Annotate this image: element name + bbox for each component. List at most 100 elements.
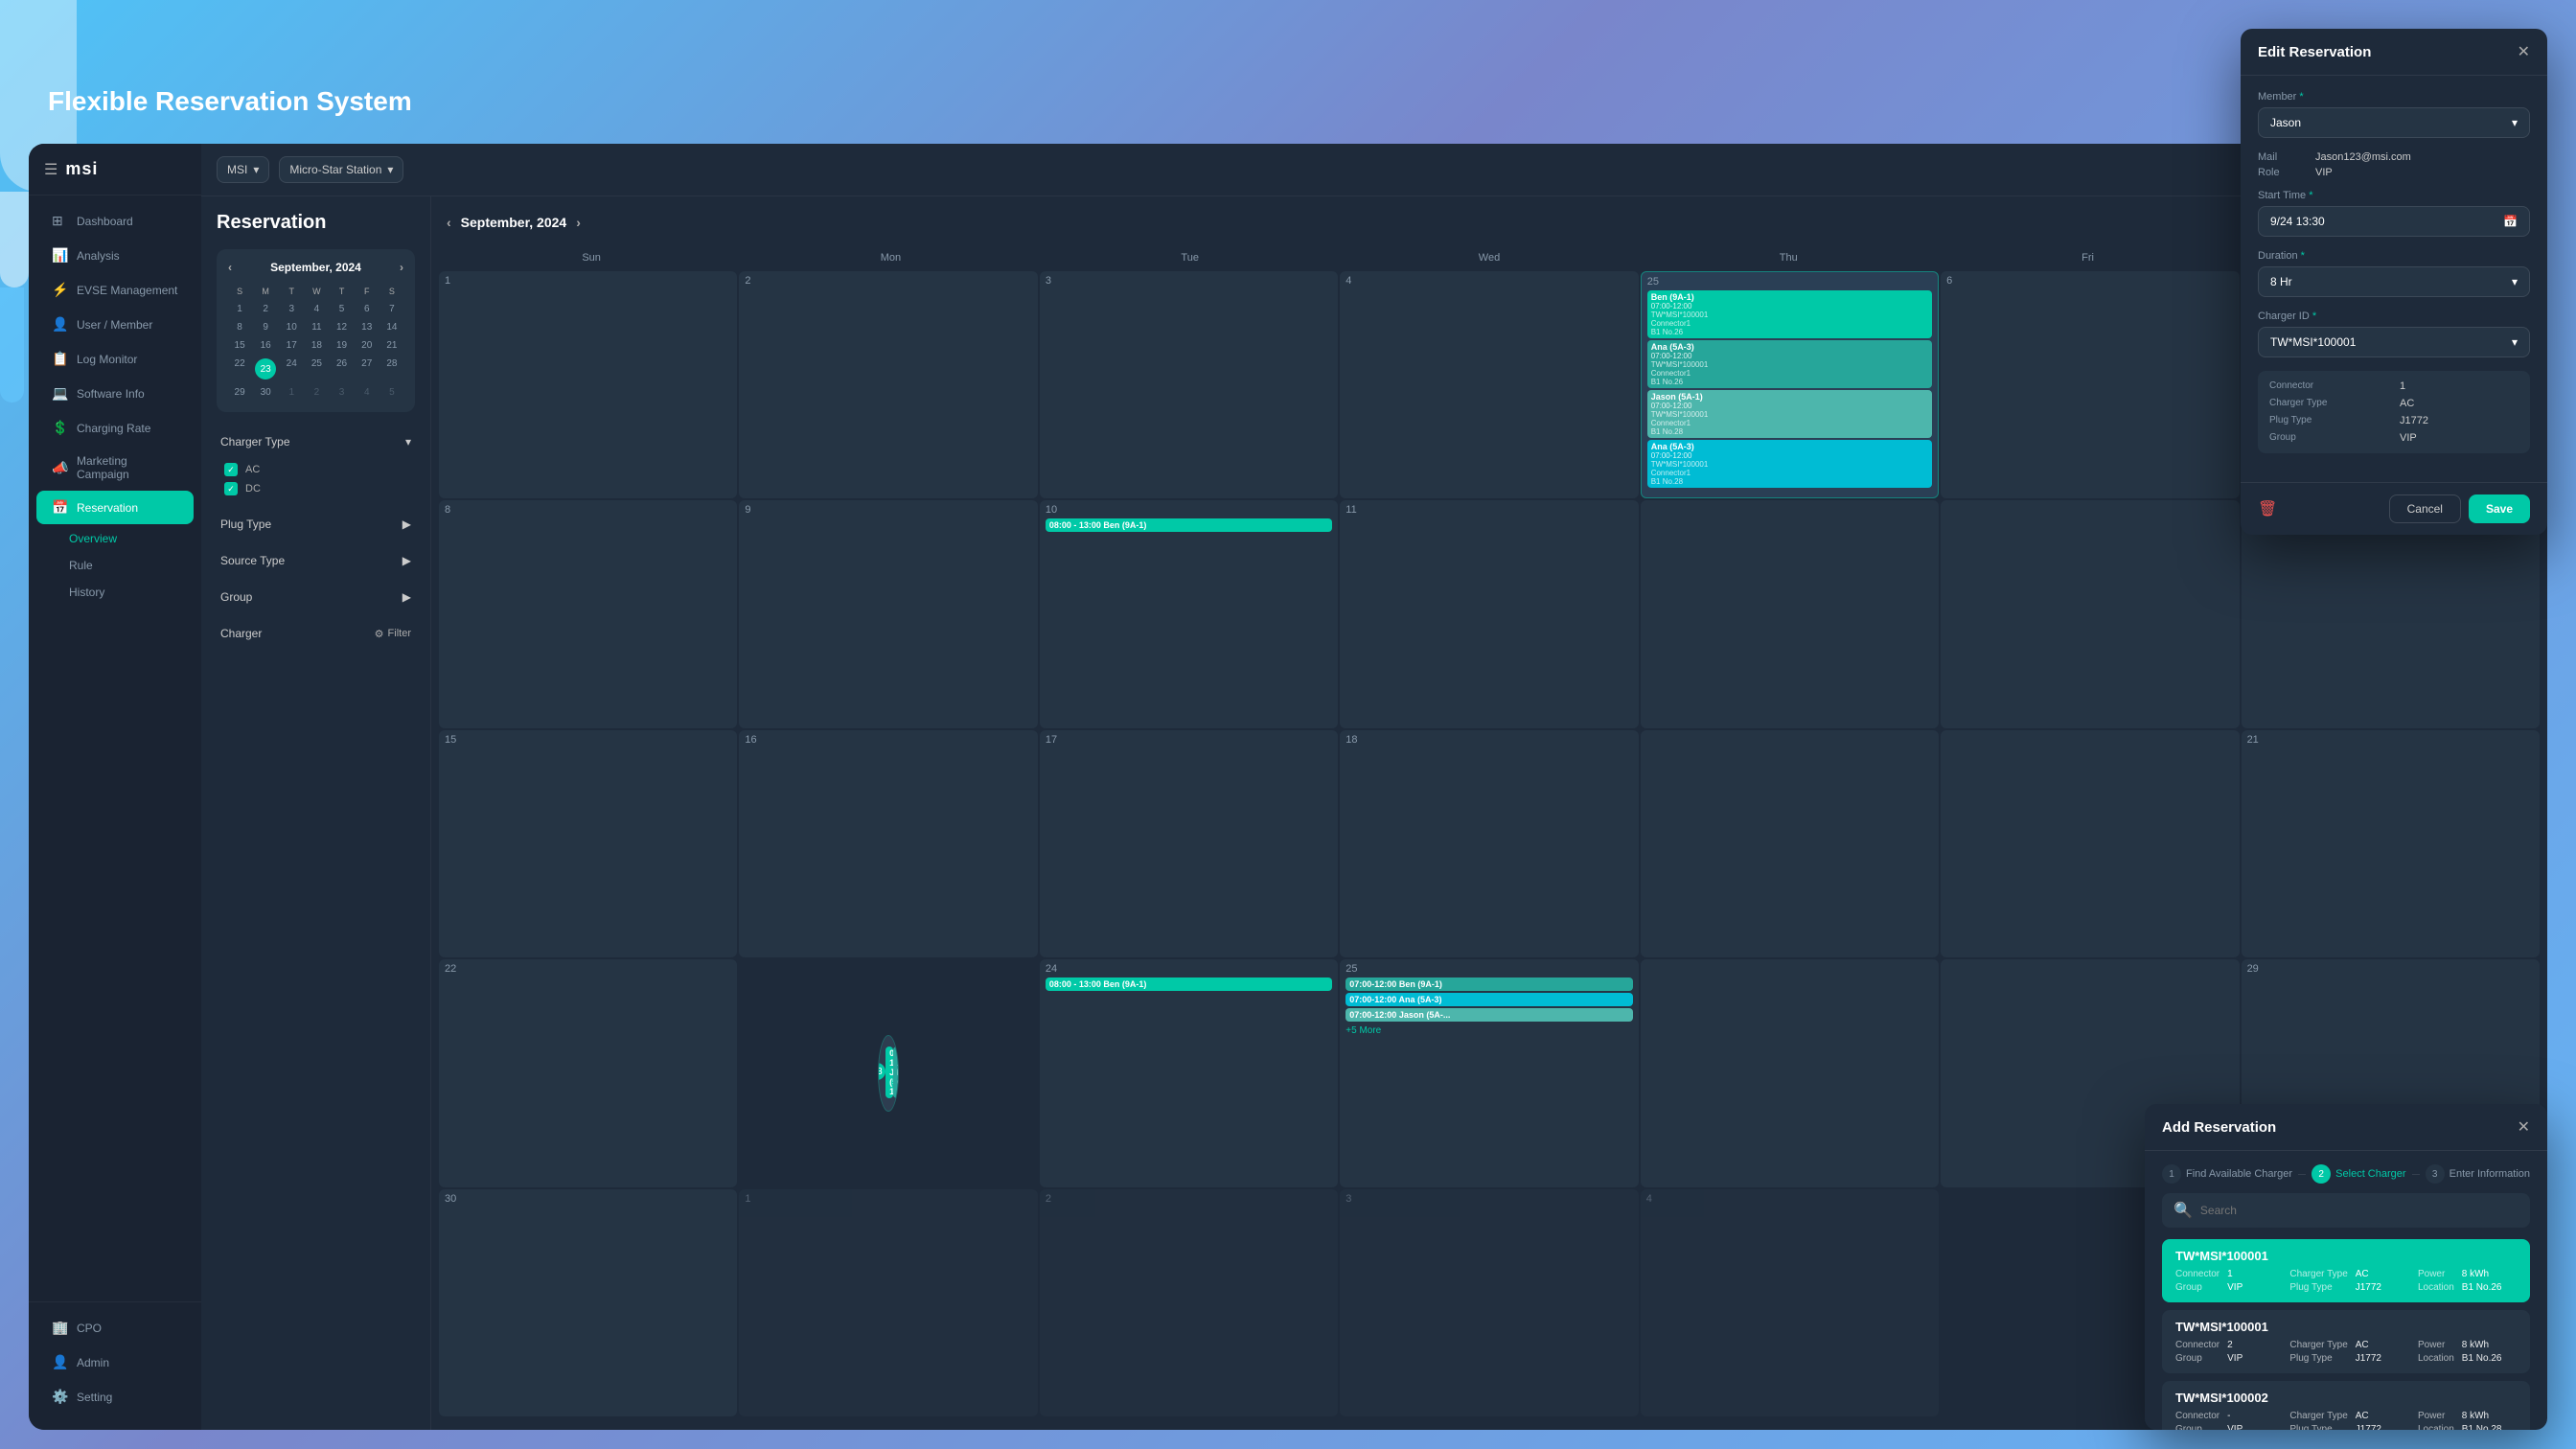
dc-checkbox[interactable]: ✓ <box>224 482 238 495</box>
member-select[interactable]: Jason ▾ <box>2258 107 2530 138</box>
cal-cell-sep23[interactable]: 23 07:00-12:00 Jason (5A-1) 07:00-12:00 … <box>878 1035 899 1112</box>
cal-cell-sep4[interactable]: 4 <box>1340 271 1638 498</box>
mini-cal-25[interactable]: 25 <box>305 356 328 382</box>
mini-cal-17[interactable]: 17 <box>280 337 303 354</box>
filter-btn[interactable]: ⚙ Filter <box>375 628 411 640</box>
mini-cal-next[interactable]: › <box>400 261 403 274</box>
cal-prev-btn[interactable]: ‹ <box>447 215 451 230</box>
mini-cal-oct-1[interactable]: 1 <box>280 384 303 401</box>
mini-cal-27[interactable]: 27 <box>356 356 379 382</box>
mini-cal-2[interactable]: 2 <box>253 301 278 317</box>
cal-cell-sep12[interactable] <box>1641 500 1939 727</box>
mini-cal-22[interactable]: 22 <box>228 356 251 382</box>
event-jason-sep23[interactable]: 07:00-12:00 Jason (5A-1) <box>886 1046 893 1098</box>
plug-type-header[interactable]: Plug Type ▶ <box>217 510 415 539</box>
mini-cal-13[interactable]: 13 <box>356 319 379 335</box>
cal-cell-sep9[interactable]: 9 <box>739 500 1037 727</box>
duration-select[interactable]: 8 Hr ▾ <box>2258 266 2530 297</box>
sidebar-item-admin[interactable]: 👤 Admin <box>36 1346 194 1379</box>
mini-cal-29[interactable]: 29 <box>228 384 251 401</box>
edit-close-btn[interactable]: ✕ <box>2518 42 2530 61</box>
start-time-input[interactable]: 9/24 13:30 📅 <box>2258 206 2530 237</box>
sidebar-item-user[interactable]: 👤 User / Member <box>36 308 194 341</box>
mini-cal-16[interactable]: 16 <box>253 337 278 354</box>
location-select[interactable]: Micro-Star Station ▾ <box>279 156 403 183</box>
cal-cell-sep11[interactable]: 11 <box>1340 500 1638 727</box>
mini-cal-1[interactable]: 1 <box>228 301 251 317</box>
hamburger-icon[interactable]: ☰ <box>44 160 58 179</box>
mini-cal-15[interactable]: 15 <box>228 337 251 354</box>
mini-cal-19[interactable]: 19 <box>330 337 353 354</box>
cal-cell-sep26[interactable] <box>1641 959 1939 1186</box>
cal-cell-sep10[interactable]: 10 08:00 - 13:00 Ben (9A-1) <box>1040 500 1338 727</box>
charger-card-3[interactable]: TW*MSI*100002 Connector - Charger Type A… <box>2162 1381 2530 1430</box>
cal-cell-sep24[interactable]: 24 08:00 - 13:00 Ben (9A-1) <box>1040 959 1338 1186</box>
mini-cal-14[interactable]: 14 <box>380 319 403 335</box>
cal-cell-sep1[interactable]: 1 <box>439 271 737 498</box>
mini-cal-21[interactable]: 21 <box>380 337 403 354</box>
cal-cell-sep18[interactable]: 18 <box>1340 730 1638 957</box>
mini-cal-3[interactable]: 3 <box>280 301 303 317</box>
delete-btn[interactable]: 🗑 <box>2258 499 2277 518</box>
mini-cal-6[interactable]: 6 <box>356 301 379 317</box>
sidebar-item-log[interactable]: 📋 Log Monitor <box>36 342 194 376</box>
sidebar-sub-history[interactable]: History <box>29 579 201 606</box>
search-box[interactable]: 🔍 <box>2162 1193 2530 1228</box>
charger-type-header[interactable]: Charger Type ▾ <box>217 427 415 456</box>
cal-cell-sep17[interactable]: 17 <box>1040 730 1338 957</box>
cal-cell-oct4[interactable]: 4 <box>1641 1189 1939 1416</box>
add-close-btn[interactable]: ✕ <box>2518 1117 2530 1137</box>
event-ana-5a3-b-w1[interactable]: Ana (5A-3) 07:00-12:00 TW*MSI*100001 Con… <box>1647 440 1932 488</box>
cal-cell-oct1[interactable]: 1 <box>739 1189 1037 1416</box>
save-btn[interactable]: Save <box>2469 494 2530 523</box>
cal-cell-sep6[interactable]: 6 <box>1941 271 2239 498</box>
mini-cal-5[interactable]: 5 <box>330 301 353 317</box>
charger-card-1[interactable]: TW*MSI*100001 Connector 1 Charger Type A… <box>2162 1239 2530 1302</box>
mini-cal-10[interactable]: 10 <box>280 319 303 335</box>
cal-cell-sep30[interactable]: 30 <box>439 1189 737 1416</box>
mini-cal-26[interactable]: 26 <box>330 356 353 382</box>
sidebar-item-charging[interactable]: 💲 Charging Rate <box>36 411 194 445</box>
cal-next-btn[interactable]: › <box>576 215 581 230</box>
mini-cal-24[interactable]: 24 <box>280 356 303 382</box>
more-events-sep25[interactable]: +5 More <box>1346 1024 1632 1038</box>
event-ana-sep25[interactable]: 07:00-12:00 Ana (5A-3) <box>1346 993 1632 1006</box>
cal-cell-sep25-w1[interactable]: 25 Ben (9A-1) 07:00-12:00 TW*MSI*100001 … <box>1641 271 1939 498</box>
sidebar-item-marketing[interactable]: 📣 Marketing Campaign <box>36 446 194 490</box>
sidebar-sub-overview[interactable]: Overview <box>29 525 201 552</box>
cal-cell-oct3[interactable]: 3 <box>1340 1189 1638 1416</box>
event-jason-sep25[interactable]: 07:00-12:00 Jason (5A-... <box>1346 1008 1632 1022</box>
source-type-header[interactable]: Source Type ▶ <box>217 546 415 575</box>
cal-cell-sep19[interactable] <box>1641 730 1939 957</box>
mini-cal-20[interactable]: 20 <box>356 337 379 354</box>
charger-type-dc[interactable]: ✓ DC <box>224 479 407 498</box>
cancel-btn[interactable]: Cancel <box>2389 494 2461 523</box>
cal-cell-sep2[interactable]: 2 <box>739 271 1037 498</box>
mini-cal-oct-5[interactable]: 5 <box>380 384 403 401</box>
event-ben-9a1-sep10[interactable]: 08:00 - 13:00 Ben (9A-1) <box>1046 518 1332 532</box>
mini-cal-oct-3[interactable]: 3 <box>330 384 353 401</box>
event-ben-sep24[interactable]: 08:00 - 13:00 Ben (9A-1) <box>1046 978 1332 991</box>
mini-cal-28[interactable]: 28 <box>380 356 403 382</box>
charger-card-2[interactable]: TW*MSI*100001 Connector 2 Charger Type A… <box>2162 1310 2530 1373</box>
group-header[interactable]: Group ▶ <box>217 583 415 611</box>
event-ben-9a1-w1[interactable]: Ben (9A-1) 07:00-12:00 TW*MSI*100001 Con… <box>1647 290 1932 338</box>
event-ben-sep25[interactable]: 07:00-12:00 Ben (9A-1) <box>1346 978 1632 991</box>
cal-cell-sep14[interactable]: 14 <box>2242 500 2540 727</box>
charger-type-ac[interactable]: ✓ AC <box>224 460 407 479</box>
event-jason-5a1-w1[interactable]: Jason (5A-1) 07:00-12:00 TW*MSI*100001 C… <box>1647 390 1932 438</box>
station-select[interactable]: MSI ▾ <box>217 156 269 183</box>
event-ben-sep23[interactable]: 07:00-12:00 Ben (9A-1) <box>893 1046 899 1098</box>
mini-cal-7[interactable]: 7 <box>380 301 403 317</box>
mini-cal-oct-2[interactable]: 2 <box>305 384 328 401</box>
charger-id-select[interactable]: TW*MSI*100001 ▾ <box>2258 327 2530 357</box>
mini-cal-prev[interactable]: ‹ <box>228 261 232 274</box>
mini-cal-30[interactable]: 30 <box>253 384 278 401</box>
cal-cell-oct2[interactable]: 2 <box>1040 1189 1338 1416</box>
cal-cell-sep3[interactable]: 3 <box>1040 271 1338 498</box>
mini-cal-23[interactable]: 23 <box>253 356 278 382</box>
mini-cal-18[interactable]: 18 <box>305 337 328 354</box>
mini-cal-12[interactable]: 12 <box>330 319 353 335</box>
mini-cal-oct-4[interactable]: 4 <box>356 384 379 401</box>
mini-cal-11[interactable]: 11 <box>305 319 328 335</box>
